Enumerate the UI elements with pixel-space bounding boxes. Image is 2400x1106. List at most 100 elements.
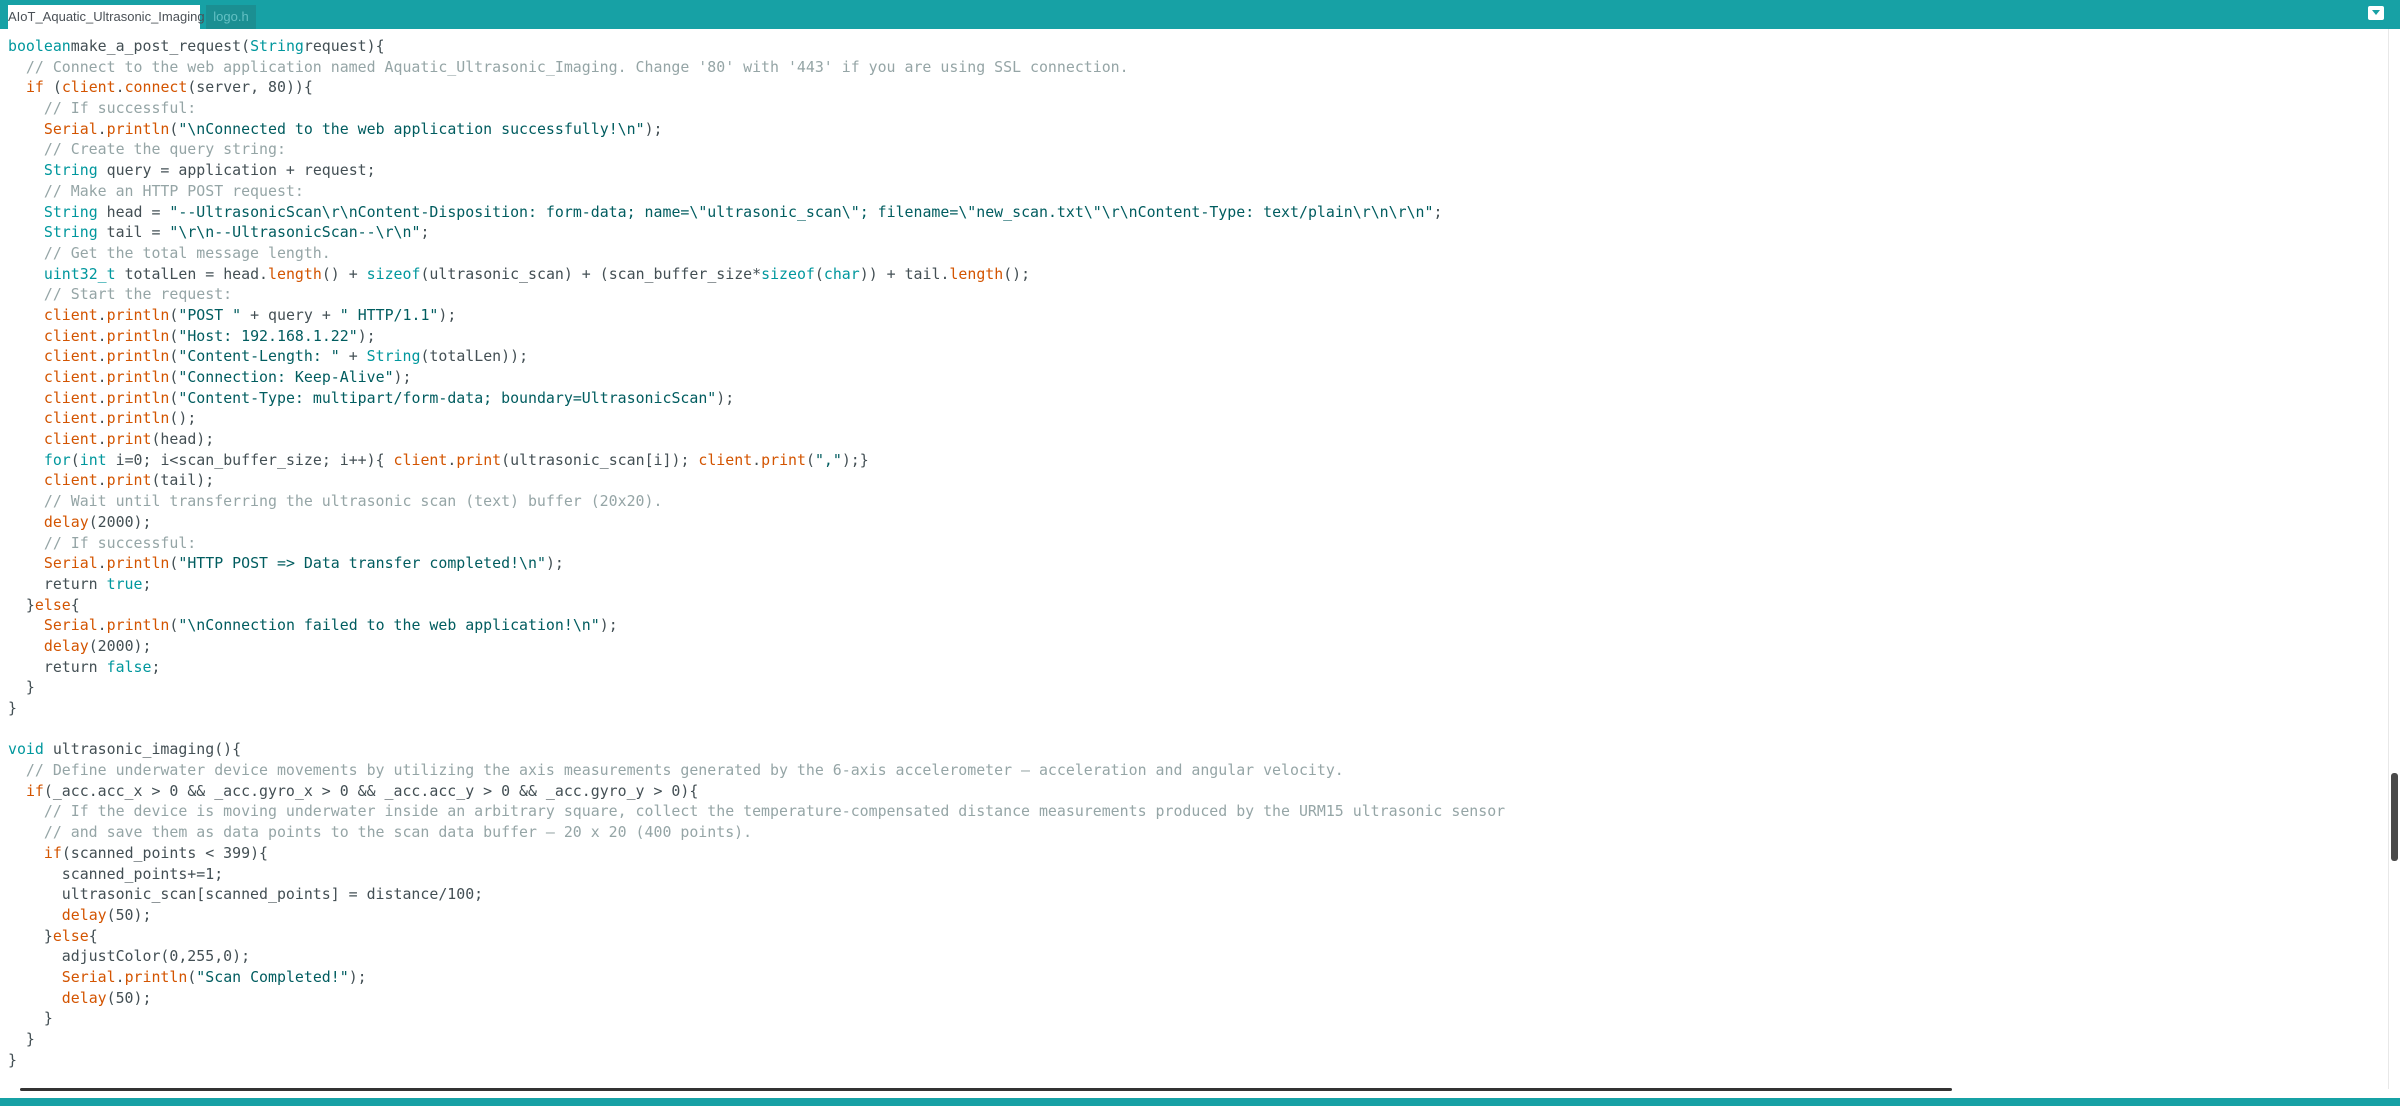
code-line: client.println("Content-Type: multipart/… [8, 388, 1505, 409]
code-token: String [43, 223, 98, 242]
code-token: } [8, 699, 17, 717]
code-token: . [97, 616, 107, 635]
code-line: // Make an HTTP POST request: [8, 181, 1505, 202]
code-token: client [43, 305, 98, 324]
code-token: { [70, 595, 80, 614]
code-token: (ultrasonic_scan[i]); [501, 450, 699, 469]
code-token: } [8, 926, 53, 945]
code-line: // Start the request: [8, 284, 1505, 305]
code-token: . [97, 554, 107, 573]
code-line: // Define underwater device movements by… [8, 760, 1505, 781]
code-line: client.print(tail); [8, 470, 1505, 491]
code-token: char [823, 264, 860, 283]
code-token: () + [321, 264, 367, 283]
code-token: length [268, 264, 322, 283]
code-token: // Connect to the web application named … [8, 57, 1129, 76]
code-line: String head = "--UltrasonicScan\r\nConte… [8, 202, 1505, 223]
code-token: client [61, 78, 116, 97]
code-token: if [25, 78, 44, 97]
code-token: (50); [106, 988, 152, 1007]
code-token: return [8, 574, 107, 593]
vertical-scrollbar[interactable] [2388, 29, 2400, 1089]
code-token: // Create the query string: [8, 140, 286, 159]
code-token: )) [859, 264, 878, 283]
code-token: connect [124, 78, 188, 97]
horizontal-scroll-thumb[interactable] [20, 1088, 1952, 1091]
code-token: Serial [43, 616, 98, 635]
code-line: }else{ [8, 595, 1505, 616]
code-token: client [43, 471, 98, 490]
code-token: . [97, 368, 107, 386]
code-token: (ultrasonic_scan) + (scan_buffer_size* [420, 264, 762, 283]
code-line: // If the device is moving underwater in… [8, 801, 1505, 822]
code-token: );} [841, 450, 869, 469]
code-token: (_acc.acc_x > 0 && _acc.gyro_x > 0 && _a… [43, 781, 699, 800]
code-token: // If successful: [8, 533, 197, 552]
code-token: . [752, 450, 762, 469]
vertical-scroll-thumb[interactable] [2391, 773, 2398, 861]
code-token: client [43, 388, 98, 407]
code-editor[interactable]: booleanmake_a_post_request(Stringrequest… [0, 29, 2388, 1089]
code-token: String [250, 37, 304, 55]
code-line: delay(2000); [8, 636, 1505, 657]
code-token: } [8, 678, 35, 697]
code-line: } [8, 1029, 1505, 1050]
code-token: else [34, 595, 71, 614]
tab-logo-h[interactable]: logo.h [206, 5, 256, 29]
code-line: Serial.println("HTTP POST => Data transf… [8, 553, 1505, 574]
code-token: println [106, 347, 170, 366]
code-token: // Define underwater device movements by… [8, 761, 1344, 780]
tab-aiot-aquatic-ultrasonic-imaging[interactable]: AIoT_Aquatic_Ultrasonic_Imaging [8, 5, 205, 29]
code-token: ); [599, 616, 618, 635]
code-token: (head); [151, 430, 215, 449]
code-token: scanned_points+=1; [8, 864, 224, 883]
code-token: // Start the request: [8, 285, 233, 304]
code-token: ( [805, 450, 815, 469]
code-token: println [106, 388, 170, 407]
code-line: scanned_points+=1; [8, 864, 1505, 885]
code-token: // Make an HTTP POST request: [8, 181, 304, 200]
code-token: " HTTP/1.1" [339, 305, 439, 324]
code-token: sizeof [366, 264, 421, 283]
code-token: adjustColor(0,255,0); [8, 947, 251, 966]
code-token: println [106, 409, 170, 428]
code-token: "Content-Length: " [178, 347, 340, 366]
code-token: String [43, 161, 98, 180]
code-token: make_a_post_request( [70, 37, 251, 55]
code-token: i=0; i<scan_buffer_size; i++){ [106, 450, 394, 469]
code-token: Serial [61, 967, 116, 986]
code-token: } [8, 1050, 17, 1069]
chevron-down-icon[interactable] [2368, 6, 2384, 20]
horizontal-scrollbar[interactable] [0, 1080, 2388, 1098]
code-token: ; [151, 657, 161, 676]
code-token: println [106, 368, 170, 386]
code-token: (); [169, 409, 197, 428]
code-token: ); [438, 305, 457, 324]
code-token: . [97, 388, 107, 407]
code-token: + query + [241, 305, 340, 324]
code-token: "--UltrasonicScan\r\nContent-Disposition… [169, 202, 1434, 221]
code-token: query = application + request; [97, 161, 376, 180]
code-line: } [8, 1008, 1505, 1029]
code-token: false [106, 657, 152, 676]
code-token: "Host: 192.168.1.22" [178, 326, 358, 345]
code-token: ; [142, 574, 152, 593]
code-token: . [115, 967, 125, 986]
code-token: totalLen = head. [115, 264, 269, 283]
code-token: println [106, 305, 170, 324]
code-token: } [8, 1009, 53, 1028]
code-content: booleanmake_a_post_request(Stringrequest… [8, 36, 1505, 1070]
code-token: print [456, 450, 502, 469]
code-token: // Wait until transferring the ultrasoni… [8, 492, 663, 511]
code-line: if(scanned_points < 399){ [8, 843, 1505, 864]
code-token: delay [43, 636, 89, 655]
code-line: // Get the total message length. [8, 243, 1505, 264]
code-line: for(int i=0; i<scan_buffer_size; i++){ c… [8, 450, 1505, 471]
